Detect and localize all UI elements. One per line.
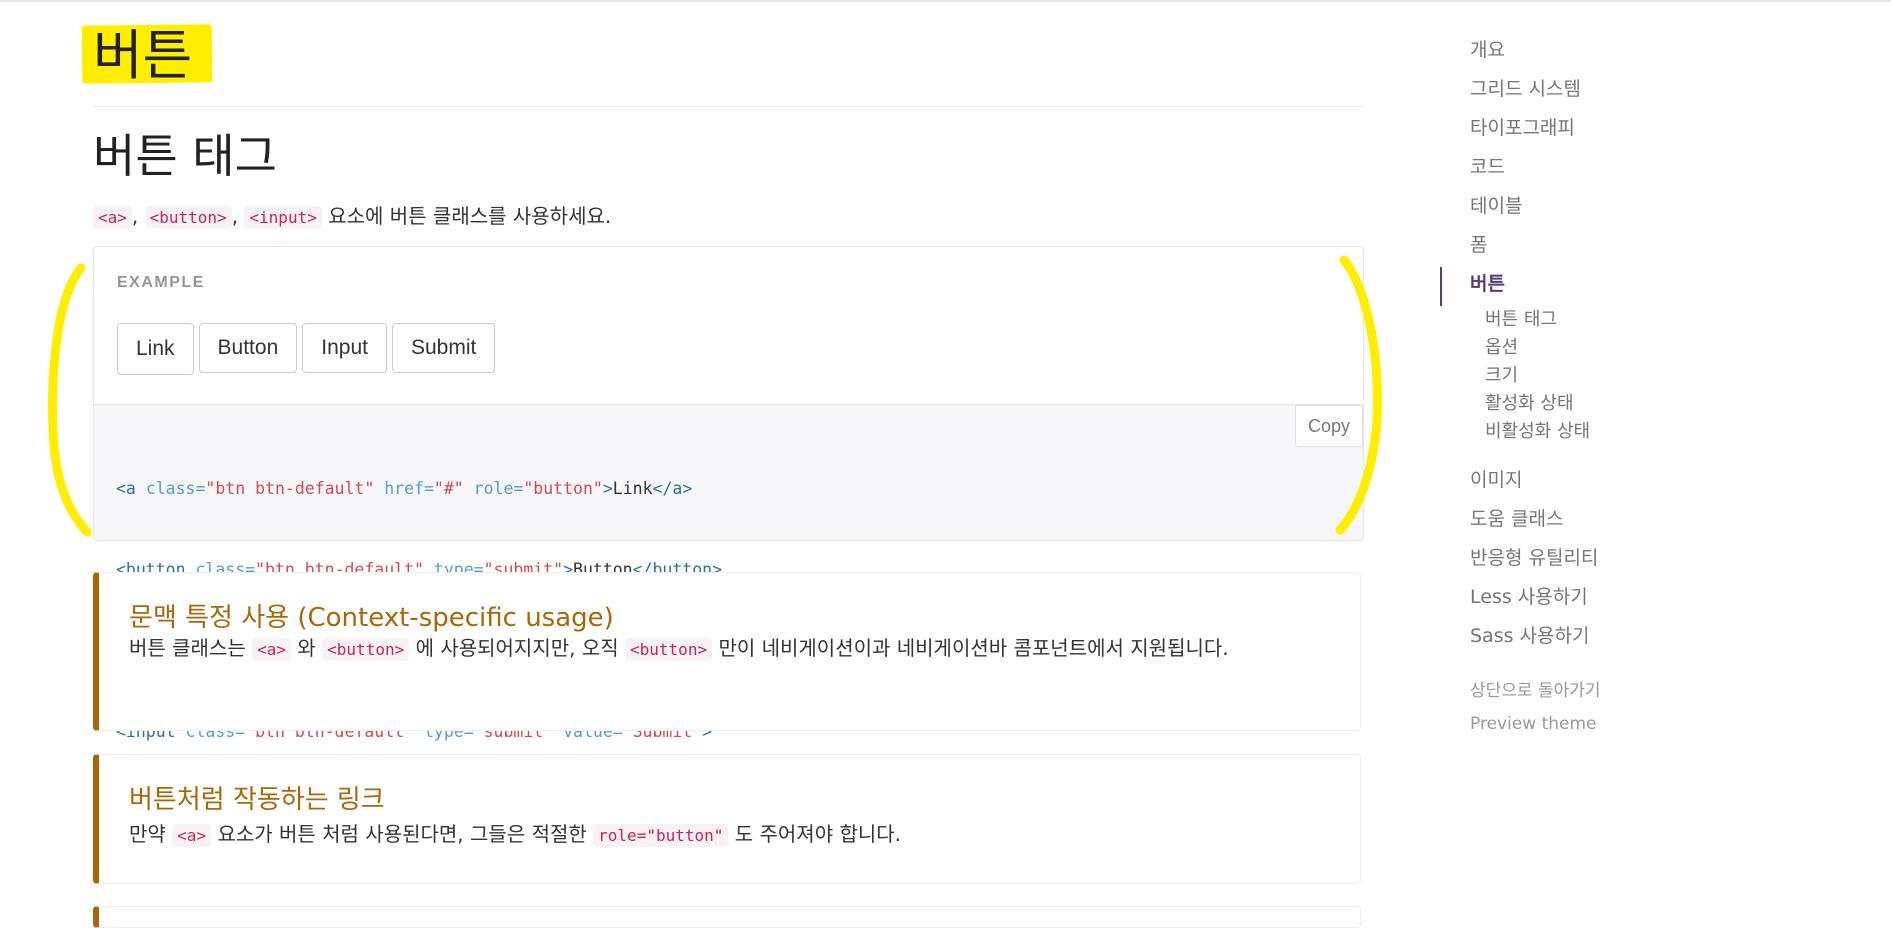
sidebar-subitem-active-state[interactable]: 활성화 상태 [1485, 389, 1574, 415]
back-to-top-link[interactable]: 상단으로 돌아가기 [1470, 676, 1601, 701]
code-block: <a class="btn btn-default" href="#" role… [93, 404, 1364, 741]
code-input-tag: <input> [244, 206, 322, 229]
sidebar-item-responsive[interactable]: 반응형 유틸리티 [1470, 543, 1598, 570]
sidebar-item-helper-classes[interactable]: 도움 클래스 [1470, 504, 1563, 531]
example-label: EXAMPLE [117, 274, 205, 291]
sidebar-item-buttons[interactable]: 버튼 [1470, 269, 1505, 296]
code-line: <a class="btn btn-default" href="#" role… [116, 479, 693, 498]
sidebar-item-images[interactable]: 이미지 [1470, 465, 1522, 492]
active-indicator [1440, 267, 1442, 306]
title-divider [93, 106, 1364, 107]
preview-theme-link[interactable]: Preview theme [1470, 714, 1597, 734]
lead-text: 요소에 버튼 클래스를 사용하세요. [328, 204, 612, 228]
sidebar-subitem-button-tags[interactable]: 버튼 태그 [1485, 305, 1557, 331]
sidebar-item-overview[interactable]: 개요 [1470, 35, 1505, 62]
section-lead: <a>, <button>, <input> 요소에 버튼 클래스를 사용하세요… [93, 202, 611, 232]
callout-title: 문맥 특정 사용 (Context-specific usage) [129, 603, 614, 633]
callout-partial [93, 906, 1361, 928]
sidebar-subitem-sizes[interactable]: 크기 [1485, 361, 1518, 387]
sidebar-subitem-options[interactable]: 옵션 [1485, 333, 1518, 359]
submit-button[interactable]: Submit [391, 323, 496, 373]
page-title: 버튼 [93, 24, 193, 87]
example-box: EXAMPLE Link Button Input Submit [93, 246, 1364, 405]
sidebar-item-typography[interactable]: 타이포그래피 [1470, 113, 1575, 140]
callout-link-as-button: 버튼처럼 작동하는 링크 만약 <a> 요소가 버튼 처럼 사용된다면, 그들은… [93, 754, 1361, 884]
sidebar-item-grid[interactable]: 그리드 시스템 [1470, 74, 1581, 101]
sidebar-item-sass[interactable]: Sass 사용하기 [1470, 621, 1589, 648]
callout-context-usage: 문맥 특정 사용 (Context-specific usage) 버튼 클래스… [93, 572, 1361, 731]
input-button[interactable]: Input [302, 323, 387, 373]
sidebar-item-less[interactable]: Less 사용하기 [1470, 582, 1588, 609]
code-a-tag: <a> [93, 206, 132, 229]
button-button[interactable]: Button [198, 323, 298, 373]
example-buttons: Link Button Input Submit [117, 323, 496, 375]
sidebar-item-forms[interactable]: 폼 [1470, 230, 1487, 257]
callout-title: 버튼처럼 작동하는 링크 [129, 785, 385, 815]
section-title: 버튼 태그 [93, 129, 277, 183]
callout-text: 버튼 클래스는 <a> 와 <button> 에 사용되어지지만, 오직 <bu… [129, 636, 1229, 661]
code-button-tag: <button> [144, 206, 232, 229]
left-bracket-annotation [48, 263, 92, 537]
link-button[interactable]: Link [117, 323, 194, 375]
sidebar-item-tables[interactable]: 테이블 [1470, 191, 1522, 218]
right-bracket-annotation [1335, 255, 1382, 535]
top-border [0, 0, 1891, 2]
sidebar-subitem-disabled-state[interactable]: 비활성화 상태 [1485, 417, 1590, 443]
callout-text: 만약 <a> 요소가 버튼 처럼 사용된다면, 그들은 적절한 role="bu… [129, 822, 902, 847]
sidebar-item-code[interactable]: 코드 [1470, 152, 1505, 179]
